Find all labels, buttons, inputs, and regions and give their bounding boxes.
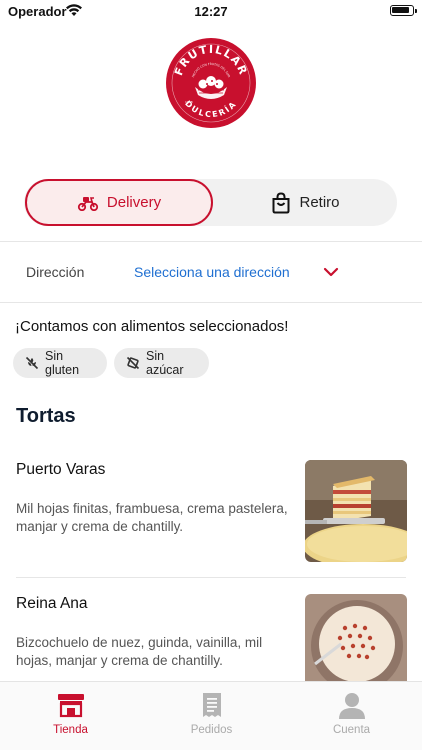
user-icon (338, 693, 365, 719)
delivery-option-button[interactable]: Delivery (25, 179, 213, 226)
product-description: Mil hojas finitas, frambuesa, crema past… (16, 501, 288, 534)
status-bar: Operador 12:27 (0, 0, 422, 22)
svg-text:1998: 1998 (185, 100, 193, 104)
divider (16, 577, 406, 578)
gluten-free-filter[interactable]: Sin gluten (13, 348, 107, 378)
tab-label: Tienda (53, 724, 88, 736)
tab-label: Pedidos (190, 724, 233, 736)
bag-icon (272, 191, 290, 213)
delivery-option-label: Delivery (106, 194, 162, 211)
brand-logo: FRUTILLAR DULCERÍA HECHO CON FRUTAS DEL … (165, 37, 257, 129)
tab-pedidos[interactable]: Pedidos (141, 682, 282, 750)
divider (0, 302, 422, 303)
sugar-free-filter[interactable]: Sin azúcar (114, 348, 209, 378)
gluten-free-filter-label: Sin gluten (45, 349, 80, 377)
tab-tienda[interactable]: Tienda (0, 682, 141, 750)
receipt-icon (202, 693, 221, 717)
no-sugar-icon (126, 356, 140, 370)
sugar-free-filter-label: Sin azúcar (146, 349, 184, 377)
delivery-mode-toggle: Delivery Retiro (24, 179, 397, 226)
tab-cuenta[interactable]: Cuenta (281, 682, 422, 750)
product-description: Bizcochuelo de nuez, guinda, vainilla, m… (16, 635, 263, 668)
product-name: Puerto Varas (16, 461, 106, 478)
clock: 12:27 (194, 4, 228, 19)
tab-label: Cuenta (332, 724, 371, 736)
address-select-link[interactable]: Selecciona una dirección (134, 264, 290, 280)
product-card-puerto-varas[interactable]: Puerto Varas Mil hojas finitas, frambues… (0, 458, 422, 573)
store-icon (57, 694, 84, 718)
address-selector[interactable]: Dirección Selecciona una dirección (0, 242, 422, 302)
pickup-option-label: Retiro (299, 194, 340, 211)
battery-icon (390, 5, 417, 16)
address-label: Dirección (26, 264, 85, 280)
pickup-option-button[interactable]: Retiro (214, 179, 397, 226)
chevron-down-icon[interactable] (322, 264, 340, 280)
product-name: Reina Ana (16, 595, 88, 612)
product-image-round-cake (305, 594, 407, 681)
no-gluten-icon (25, 356, 39, 370)
dietary-notice: ¡Contamos con alimentos seleccionados! (15, 318, 289, 335)
scooter-icon (77, 196, 99, 211)
bottom-tab-bar: Tienda Pedidos Cuenta (0, 681, 422, 750)
product-card-reina-ana[interactable]: Reina Ana Bizcochuelo de nuez, guinda, v… (0, 592, 422, 682)
section-title: Tortas (16, 405, 76, 427)
product-image-cake-slice (305, 460, 407, 562)
